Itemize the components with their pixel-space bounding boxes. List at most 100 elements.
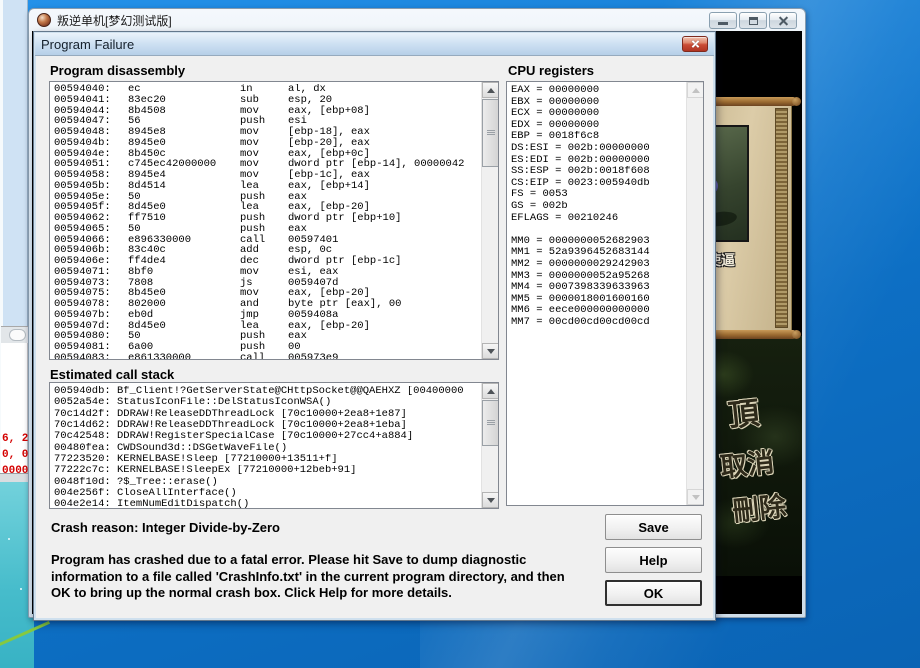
arrow-up-icon xyxy=(692,88,700,93)
minimize-icon xyxy=(718,22,728,25)
dialog-title: Program Failure xyxy=(41,37,134,52)
game-menu-item-cancel[interactable]: 取消 xyxy=(718,440,776,484)
callstack-row: 70c14d2f: DDRAW!ReleaseDDThreadLock [70c… xyxy=(54,409,480,420)
arrow-up-icon xyxy=(487,389,495,394)
opcode-bytes: 50 xyxy=(128,224,240,235)
crash-reason: Crash reason: Integer Divide-by-Zero xyxy=(51,520,280,535)
scroll-up-button[interactable] xyxy=(687,82,704,98)
mnemonic: jmp xyxy=(240,310,288,321)
disassembly-scrollbar[interactable] xyxy=(481,82,498,359)
operands: [ebp-20], eax xyxy=(288,138,480,149)
operands: eax, [ebp+14] xyxy=(288,181,480,192)
operands: 0059408a xyxy=(288,310,480,321)
crash-message-line: information to a file called 'CrashInfo.… xyxy=(51,569,617,586)
disassembly-row: 00594083: e861330000 call 005973e9 xyxy=(54,353,480,359)
disassembly-row: 00594075: 8b45e0 mov eax, [ebp-20] xyxy=(54,288,480,299)
game-menu-item-delete[interactable]: 刪除 xyxy=(730,484,788,528)
disassembly-row: 0059406e: ff4de4 dec dword ptr [ebp-1c] xyxy=(54,256,480,267)
disassembly-row: 00594078: 802000 and byte ptr [eax], 00 xyxy=(54,299,480,310)
opcode-bytes: 8b4508 xyxy=(128,106,240,117)
disassembly-listbox[interactable]: 00594040: ec in al, dx 00594041: 83ec20 … xyxy=(49,81,499,360)
register-row: MM7 = 00cd00cd00cd00cd xyxy=(511,317,685,329)
register-row: DS:ESI = 002b:00000000 xyxy=(511,143,685,155)
disassembly-row: 00594062: ff7510 push dword ptr [ebp+10] xyxy=(54,213,480,224)
operands: dword ptr [ebp+10] xyxy=(288,213,480,224)
callstack-row: 70c42548: DDRAW!RegisterSpecialCase [70c… xyxy=(54,431,480,442)
callstack-row: 70c14d62: DDRAW!ReleaseDDThreadLock [70c… xyxy=(54,420,480,431)
disassembly-row: 0059407d: 8d45e0 lea eax, [ebp-20] xyxy=(54,321,480,332)
disassembly-row: 0059404b: 8945e0 mov [ebp-20], eax xyxy=(54,138,480,149)
callstack-listbox[interactable]: 005940db: Bf_Client!?GetServerState@CHtt… xyxy=(49,382,499,509)
register-row: MM3 = 0000000052a95268 xyxy=(511,271,685,283)
callstack-row: 005940db: Bf_Client!?GetServerState@CHtt… xyxy=(54,386,480,397)
scroll-down-button[interactable] xyxy=(482,492,499,508)
ok-button[interactable]: OK xyxy=(605,580,702,606)
thumb-gripper-icon xyxy=(487,420,495,421)
disassembly-row: 00594081: 6a00 push 00 xyxy=(54,342,480,353)
operands: esp, 20 xyxy=(288,95,480,106)
scrollbar-thumb[interactable] xyxy=(482,400,499,446)
sparkle-dot xyxy=(8,538,10,540)
scroll-down-button[interactable] xyxy=(687,489,704,505)
register-row: EAX = 00000000 xyxy=(511,85,685,97)
register-row: MM0 = 0000000052682903 xyxy=(511,236,685,248)
maximize-button[interactable] xyxy=(739,12,767,29)
scroll-up-button[interactable] xyxy=(482,82,499,98)
save-button[interactable]: Save xyxy=(605,514,702,540)
register-row: EBP = 0018f6c8 xyxy=(511,131,685,143)
disassembly-row: 0059405e: 50 push eax xyxy=(54,192,480,203)
disassembly-row: 00594058: 8945e4 mov [ebp-1c], eax xyxy=(54,170,480,181)
crash-message: Program has crashed due to a fatal error… xyxy=(51,552,617,602)
address: 0059404b: xyxy=(54,138,128,149)
mnemonic: sub xyxy=(240,95,288,106)
disassembly-row: 00594048: 8945e8 mov [ebp-18], eax xyxy=(54,127,480,138)
disassembly-row: 00594044: 8b4508 mov eax, [ebp+08] xyxy=(54,106,480,117)
disassembly-row: 00594066: e896330000 call 00597401 xyxy=(54,235,480,246)
register-row: ES:EDI = 002b:00000000 xyxy=(511,155,685,167)
address: 00594065: xyxy=(54,224,128,235)
register-row: EDX = 00000000 xyxy=(511,120,685,132)
callstack-row: 00480fea: CWDSound3d::DSGetWaveFile() xyxy=(54,443,480,454)
game-scene: 大使逼 頂 取消 刪除 xyxy=(706,31,802,614)
registers-scrollbar[interactable] xyxy=(686,82,703,505)
registers-listbox[interactable]: EAX = 00000000EBX = 00000000ECX = 000000… xyxy=(506,81,704,506)
crash-message-line: OK to bring up the normal crash box. Cli… xyxy=(51,585,617,602)
app-icon xyxy=(37,13,51,27)
opcode-bytes: e861330000 xyxy=(128,353,240,359)
disassembly-row: 00594071: 8bf0 mov esi, eax xyxy=(54,267,480,278)
mnemonic: lea xyxy=(240,181,288,192)
dialog-titlebar[interactable]: Program Failure xyxy=(35,33,714,56)
disassembly-row: 00594041: 83ec20 sub esp, 20 xyxy=(54,95,480,106)
close-icon xyxy=(691,40,700,49)
scroll-down-button[interactable] xyxy=(482,343,499,359)
register-row: ECX = 00000000 xyxy=(511,108,685,120)
debug-red-line: 6, 27 xyxy=(2,431,29,447)
callstack-row: 004e2e14: ItemNumEditDispatch() xyxy=(54,499,480,508)
register-row: MM4 = 0007398339633963 xyxy=(511,282,685,294)
parchment-border-pattern xyxy=(775,108,788,328)
close-button[interactable] xyxy=(769,12,797,29)
mnemonic: push xyxy=(240,224,288,235)
disassembly-row: 0059407b: eb0d jmp 0059408a xyxy=(54,310,480,321)
desktop-green-line xyxy=(0,621,50,648)
register-row: MM6 = eece000000000000 xyxy=(511,305,685,317)
minimize-button[interactable] xyxy=(709,12,737,29)
disassembly-row: 00594065: 50 push eax xyxy=(54,224,480,235)
callstack-scrollbar[interactable] xyxy=(481,383,498,508)
scrollbar-thumb[interactable] xyxy=(482,99,499,167)
arrow-up-icon xyxy=(487,88,495,93)
game-window-titlebar[interactable]: 叛逆单机[梦幻测试版] xyxy=(29,9,805,31)
register-row: EFLAGS = 00210246 xyxy=(511,213,685,225)
scroll-up-button[interactable] xyxy=(482,383,499,399)
opcode-bytes: 8d45e0 xyxy=(128,321,240,332)
disassembly-row: 00594051: c745ec42000000 mov dword ptr [… xyxy=(54,159,480,170)
help-button[interactable]: Help xyxy=(605,547,702,573)
register-row: GS = 002b xyxy=(511,201,685,213)
register-row: CS:EIP = 0023:005940db xyxy=(511,178,685,190)
arrow-down-icon xyxy=(487,498,495,503)
game-menu-item-top[interactable]: 頂 xyxy=(726,388,762,436)
callstack-row: 0052a54e: StatusIconFile::DelStatusIconW… xyxy=(54,397,480,408)
dialog-close-button[interactable] xyxy=(682,36,708,52)
thumb-gripper-icon xyxy=(487,130,495,131)
opcode-bytes: ff7510 xyxy=(128,213,240,224)
